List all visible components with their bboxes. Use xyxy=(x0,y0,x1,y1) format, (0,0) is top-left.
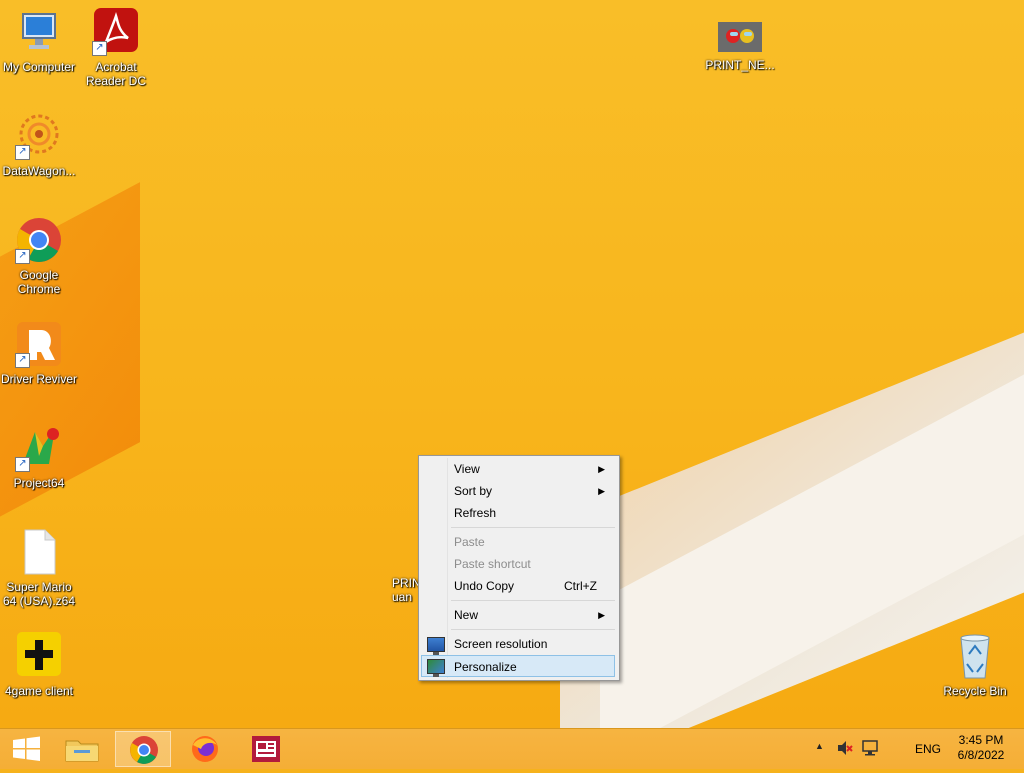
firefox-taskbar-button[interactable] xyxy=(177,731,233,767)
firefox-icon xyxy=(192,736,218,762)
network-icon[interactable] xyxy=(861,739,879,762)
windows-logo-icon xyxy=(13,736,40,761)
menu-item-view[interactable]: View ▶ xyxy=(421,458,615,480)
desktop-icon-datawagon[interactable]: ↗ DataWagon... xyxy=(1,112,77,178)
shortcut-arrow-icon: ↗ xyxy=(15,353,30,368)
menu-item-label: Paste xyxy=(454,535,485,549)
menu-item-label: Undo Copy xyxy=(454,579,515,593)
desktop-icon-label: Project64 xyxy=(13,476,65,490)
menu-item-label: Sort by xyxy=(454,484,493,498)
folder-icon xyxy=(65,740,99,762)
shortcut-arrow-icon: ↗ xyxy=(92,41,107,56)
desktop-icon-my-computer[interactable]: My Computer xyxy=(1,8,77,74)
desktop-icon-print-ne[interactable]: PRINT_NE... xyxy=(702,20,778,72)
4game-icon xyxy=(15,632,63,680)
desktop-icon-label: My Computer xyxy=(2,60,76,74)
menu-item-shortcut: Ctrl+Z xyxy=(564,579,597,593)
menu-item-label: Refresh xyxy=(454,506,497,520)
menu-item-label: View xyxy=(454,462,480,476)
desktop-context-menu: View ▶ Sort by ▶ Refresh Paste Paste sho… xyxy=(418,455,620,681)
taskbar: ▲ ENG 3:45 PM 6/8/2022 xyxy=(0,728,1024,769)
desktop-icon-acrobat-reader[interactable]: ↗ Acrobat Reader DC xyxy=(78,8,154,88)
volume-muted-icon[interactable] xyxy=(836,739,854,762)
monitor-icon xyxy=(427,637,445,655)
language-indicator[interactable]: ENG xyxy=(915,742,941,756)
desktop-icon-google-chrome[interactable]: ↗ Google Chrome xyxy=(1,216,77,296)
submenu-arrow-icon: ▶ xyxy=(598,464,605,474)
menu-separator xyxy=(451,629,615,630)
project64-icon: ↗ xyxy=(15,424,63,472)
menu-item-undo-copy[interactable]: Undo Copy Ctrl+Z xyxy=(421,575,615,597)
desktop-icon-label: PRINT_NE... xyxy=(705,58,775,72)
start-button[interactable] xyxy=(0,731,56,767)
desktop-icon-driver-reviver[interactable]: ↗ Driver Reviver xyxy=(1,320,77,386)
recycle-bin-icon xyxy=(951,632,999,680)
clock[interactable]: 3:45 PM 6/8/2022 xyxy=(948,733,1014,763)
desktop-icon-label: Super Mario 64 (USA).z64 xyxy=(2,580,76,608)
menu-item-refresh[interactable]: Refresh xyxy=(421,502,615,524)
news-app-taskbar-button[interactable] xyxy=(239,731,295,767)
desktop-icon-project64[interactable]: ↗ Project64 xyxy=(1,424,77,490)
menu-separator xyxy=(451,600,615,601)
submenu-arrow-icon: ▶ xyxy=(598,610,605,620)
menu-item-paste-shortcut: Paste shortcut xyxy=(421,553,615,575)
file-explorer-button[interactable] xyxy=(54,731,110,767)
desktop-icon-label: Google Chrome xyxy=(17,268,61,296)
shortcut-arrow-icon: ↗ xyxy=(15,249,30,264)
menu-separator xyxy=(451,527,615,528)
datawagon-icon: ↗ xyxy=(15,112,63,160)
chrome-taskbar-button[interactable] xyxy=(115,731,171,767)
desktop-icon-super-mario-file[interactable]: Super Mario 64 (USA).z64 xyxy=(1,528,77,608)
acrobat-icon: ↗ xyxy=(92,8,140,56)
desktop-icon-4game-client[interactable]: 4game client xyxy=(1,632,77,698)
menu-item-sort-by[interactable]: Sort by ▶ xyxy=(421,480,615,502)
desktop-icon-label: 4game client xyxy=(4,684,74,698)
desktop-icon-recycle-bin[interactable]: Recycle Bin xyxy=(937,632,1013,698)
shortcut-arrow-icon: ↗ xyxy=(15,457,30,472)
menu-item-personalize[interactable]: Personalize xyxy=(421,655,615,677)
menu-item-label: New xyxy=(454,608,479,622)
among-us-icon xyxy=(716,20,764,54)
submenu-arrow-icon: ▶ xyxy=(598,486,605,496)
menu-item-screen-resolution[interactable]: Screen resolution xyxy=(421,633,615,655)
menu-item-new[interactable]: New ▶ xyxy=(421,604,615,626)
desktop-icon-label: Driver Reviver xyxy=(1,372,78,386)
driver-reviver-icon: ↗ xyxy=(15,320,63,368)
chrome-icon: ↗ xyxy=(15,216,63,264)
menu-item-label: Screen resolution xyxy=(454,637,548,651)
shortcut-arrow-icon: ↗ xyxy=(15,145,30,160)
news-icon xyxy=(252,736,280,762)
clock-date: 6/8/2022 xyxy=(957,748,1005,762)
desktop-icon-label: DataWagon... xyxy=(2,164,76,178)
clock-time: 3:45 PM xyxy=(958,733,1004,747)
monitor-paint-icon xyxy=(427,659,445,677)
menu-item-paste: Paste xyxy=(421,531,615,553)
chrome-icon xyxy=(130,736,158,764)
computer-icon xyxy=(15,8,63,56)
menu-item-label: Personalize xyxy=(454,660,517,674)
desktop-icon-label: Acrobat Reader DC xyxy=(85,60,147,88)
menu-item-label: Paste shortcut xyxy=(454,557,531,571)
desktop-icon-label: Recycle Bin xyxy=(943,684,1007,698)
show-hidden-icons-chevron-up-icon[interactable]: ▲ xyxy=(815,741,824,751)
file-icon xyxy=(15,528,63,576)
